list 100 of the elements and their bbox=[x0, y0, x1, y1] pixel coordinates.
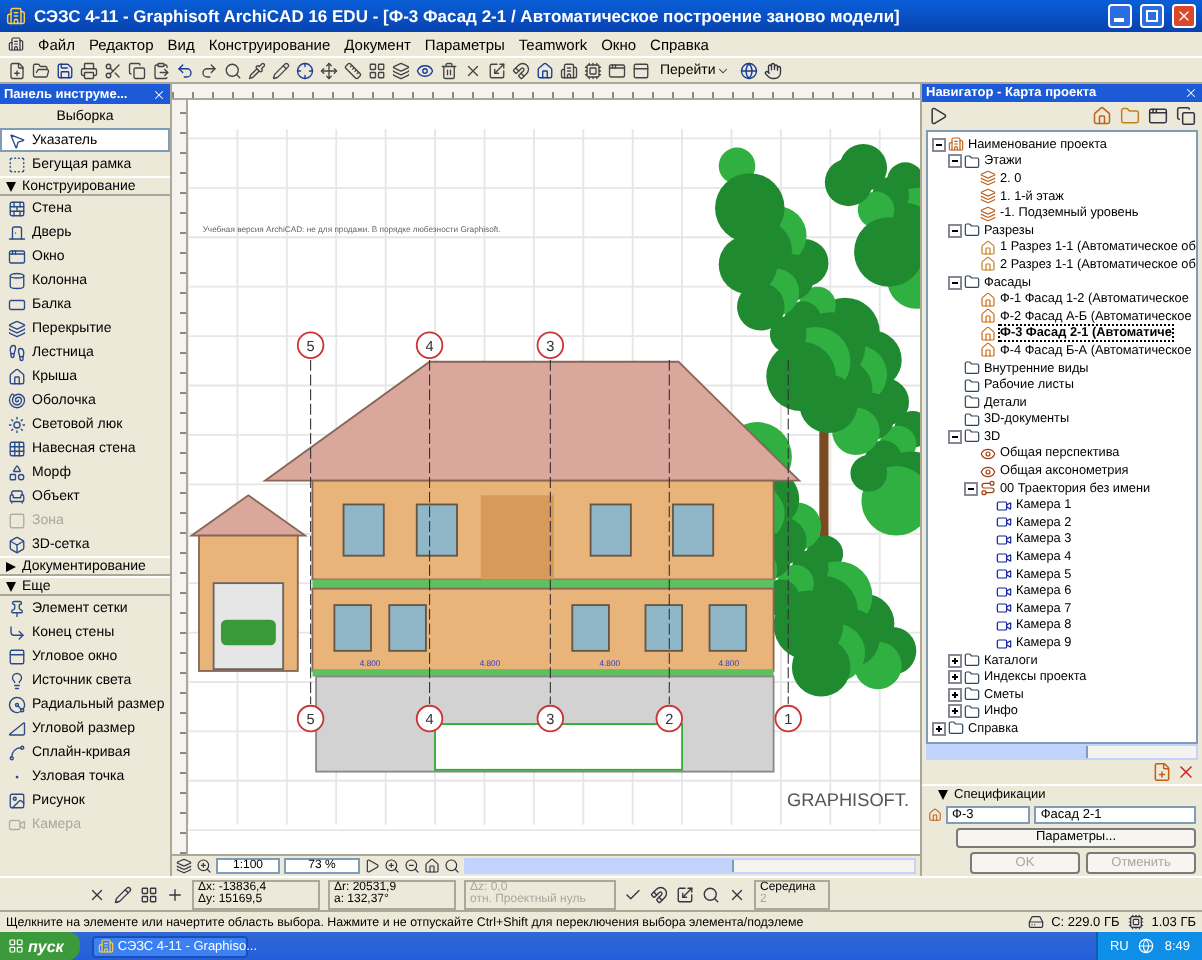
collapse-icon[interactable] bbox=[948, 154, 962, 169]
minimize-button[interactable] bbox=[1108, 4, 1132, 28]
pin-icon bbox=[8, 599, 26, 617]
move-icon[interactable] bbox=[320, 61, 338, 79]
folder-icon bbox=[964, 222, 980, 239]
magnet-icon[interactable] bbox=[512, 61, 530, 79]
house-icon[interactable] bbox=[424, 858, 440, 874]
zoom-out-icon[interactable] bbox=[404, 858, 420, 874]
play-icon[interactable] bbox=[364, 858, 380, 874]
folder-icon[interactable] bbox=[1120, 106, 1140, 126]
square-icon bbox=[8, 511, 26, 529]
redo-icon[interactable] bbox=[200, 61, 218, 79]
grid-icon bbox=[8, 439, 26, 457]
footprints-icon bbox=[8, 343, 26, 361]
building-icon bbox=[948, 136, 964, 153]
collapse-icon[interactable] bbox=[932, 137, 946, 152]
undo-icon[interactable] bbox=[176, 61, 194, 79]
down-triangle-icon[interactable] bbox=[6, 581, 16, 591]
hand-icon[interactable] bbox=[763, 61, 782, 79]
search-icon[interactable] bbox=[224, 61, 242, 79]
down-triangle-icon[interactable] bbox=[6, 181, 16, 191]
trash-icon[interactable] bbox=[440, 61, 458, 79]
hard-drive-icon bbox=[1027, 914, 1044, 930]
building-icon[interactable] bbox=[560, 61, 578, 79]
app-icon bbox=[6, 6, 26, 26]
collapse-icon[interactable] bbox=[964, 481, 978, 496]
horizontal-scrollbar[interactable] bbox=[464, 858, 916, 874]
door-icon bbox=[8, 223, 26, 241]
lightbulb-icon bbox=[8, 671, 26, 689]
house-window bbox=[571, 604, 610, 652]
collapse-icon[interactable] bbox=[948, 275, 962, 290]
horizontal-scrollbar[interactable] bbox=[926, 744, 1198, 760]
eye-icon[interactable] bbox=[416, 61, 434, 79]
expand-icon[interactable] bbox=[948, 687, 962, 702]
new-file-icon[interactable] bbox=[8, 61, 26, 79]
layers-icon[interactable] bbox=[392, 61, 410, 79]
magnet-icon[interactable] bbox=[650, 885, 668, 903]
cylinder-icon bbox=[8, 271, 26, 289]
window-title: СЭЗС 4-11 - Graphisoft ArchiCAD 16 EDU - [Ф-3 Фасад 2-1 / Автоматическое построение заново модели] bbox=[34, 6, 902, 26]
logo-text: GRAPHISOFT. bbox=[787, 790, 909, 811]
zoom-in-icon[interactable] bbox=[384, 858, 400, 874]
panel-icon[interactable] bbox=[632, 61, 650, 79]
expand-icon[interactable] bbox=[932, 721, 946, 736]
close-icon bbox=[1176, 8, 1192, 24]
expand-icon[interactable] bbox=[948, 670, 962, 685]
cross-icon[interactable] bbox=[728, 885, 746, 903]
dashed-square-icon bbox=[8, 155, 26, 173]
paste-icon[interactable] bbox=[152, 61, 170, 79]
zoom-in-icon[interactable] bbox=[196, 858, 212, 874]
house-window bbox=[644, 604, 683, 652]
down-triangle-icon[interactable] bbox=[938, 790, 948, 800]
start-button[interactable]: пуск bbox=[0, 932, 80, 960]
maximize-button[interactable] bbox=[1140, 4, 1164, 28]
expand-icon[interactable] bbox=[948, 704, 962, 719]
collapse-icon[interactable] bbox=[948, 223, 962, 238]
search-icon[interactable] bbox=[444, 858, 460, 874]
pencil-icon[interactable] bbox=[272, 61, 290, 79]
delete-icon[interactable] bbox=[1176, 762, 1196, 782]
shapes-icon bbox=[8, 463, 26, 481]
house-window bbox=[342, 503, 385, 557]
printer-icon[interactable] bbox=[80, 61, 98, 79]
grid-icon[interactable] bbox=[140, 885, 158, 903]
globe-icon[interactable] bbox=[739, 61, 758, 79]
layers-icon[interactable] bbox=[176, 858, 192, 874]
search-icon[interactable] bbox=[702, 885, 720, 903]
play-icon[interactable] bbox=[928, 106, 948, 126]
scissors-icon[interactable] bbox=[104, 61, 122, 79]
video-camera-icon bbox=[8, 815, 26, 833]
close-icon[interactable] bbox=[88, 885, 106, 903]
check-icon[interactable] bbox=[624, 885, 642, 903]
new-file-icon[interactable] bbox=[1152, 762, 1172, 782]
pipette-icon[interactable] bbox=[248, 61, 266, 79]
house-icon bbox=[928, 808, 942, 822]
copy-icon[interactable] bbox=[1176, 106, 1196, 126]
crosshair-icon[interactable] bbox=[296, 61, 314, 79]
window-icon[interactable] bbox=[1148, 106, 1168, 126]
save-icon[interactable] bbox=[56, 61, 74, 79]
brick-wall-icon bbox=[8, 199, 26, 217]
house-icon[interactable] bbox=[1092, 106, 1112, 126]
scale-icon[interactable] bbox=[488, 61, 506, 79]
grid-marker: 2 bbox=[655, 704, 683, 733]
pencil-icon[interactable] bbox=[114, 885, 132, 903]
close-button[interactable] bbox=[1172, 4, 1196, 28]
copy-icon[interactable] bbox=[128, 61, 146, 79]
expand-icon[interactable] bbox=[948, 653, 962, 668]
grid-marker: 4 bbox=[415, 331, 444, 359]
plus-icon[interactable] bbox=[166, 885, 184, 903]
window-icon[interactable] bbox=[608, 61, 626, 79]
app-icon bbox=[97, 938, 114, 954]
ruler-icon[interactable] bbox=[344, 61, 362, 79]
grid-icon[interactable] bbox=[368, 61, 386, 79]
scale-icon[interactable] bbox=[676, 885, 694, 903]
maximize-icon bbox=[1146, 10, 1158, 22]
right-triangle-icon[interactable] bbox=[6, 561, 16, 571]
window-icon bbox=[8, 247, 26, 265]
collapse-icon[interactable] bbox=[948, 429, 962, 444]
close-icon[interactable] bbox=[464, 61, 482, 79]
house-icon[interactable] bbox=[536, 61, 554, 79]
open-folder-icon[interactable] bbox=[32, 61, 50, 79]
chip-icon[interactable] bbox=[584, 61, 602, 79]
